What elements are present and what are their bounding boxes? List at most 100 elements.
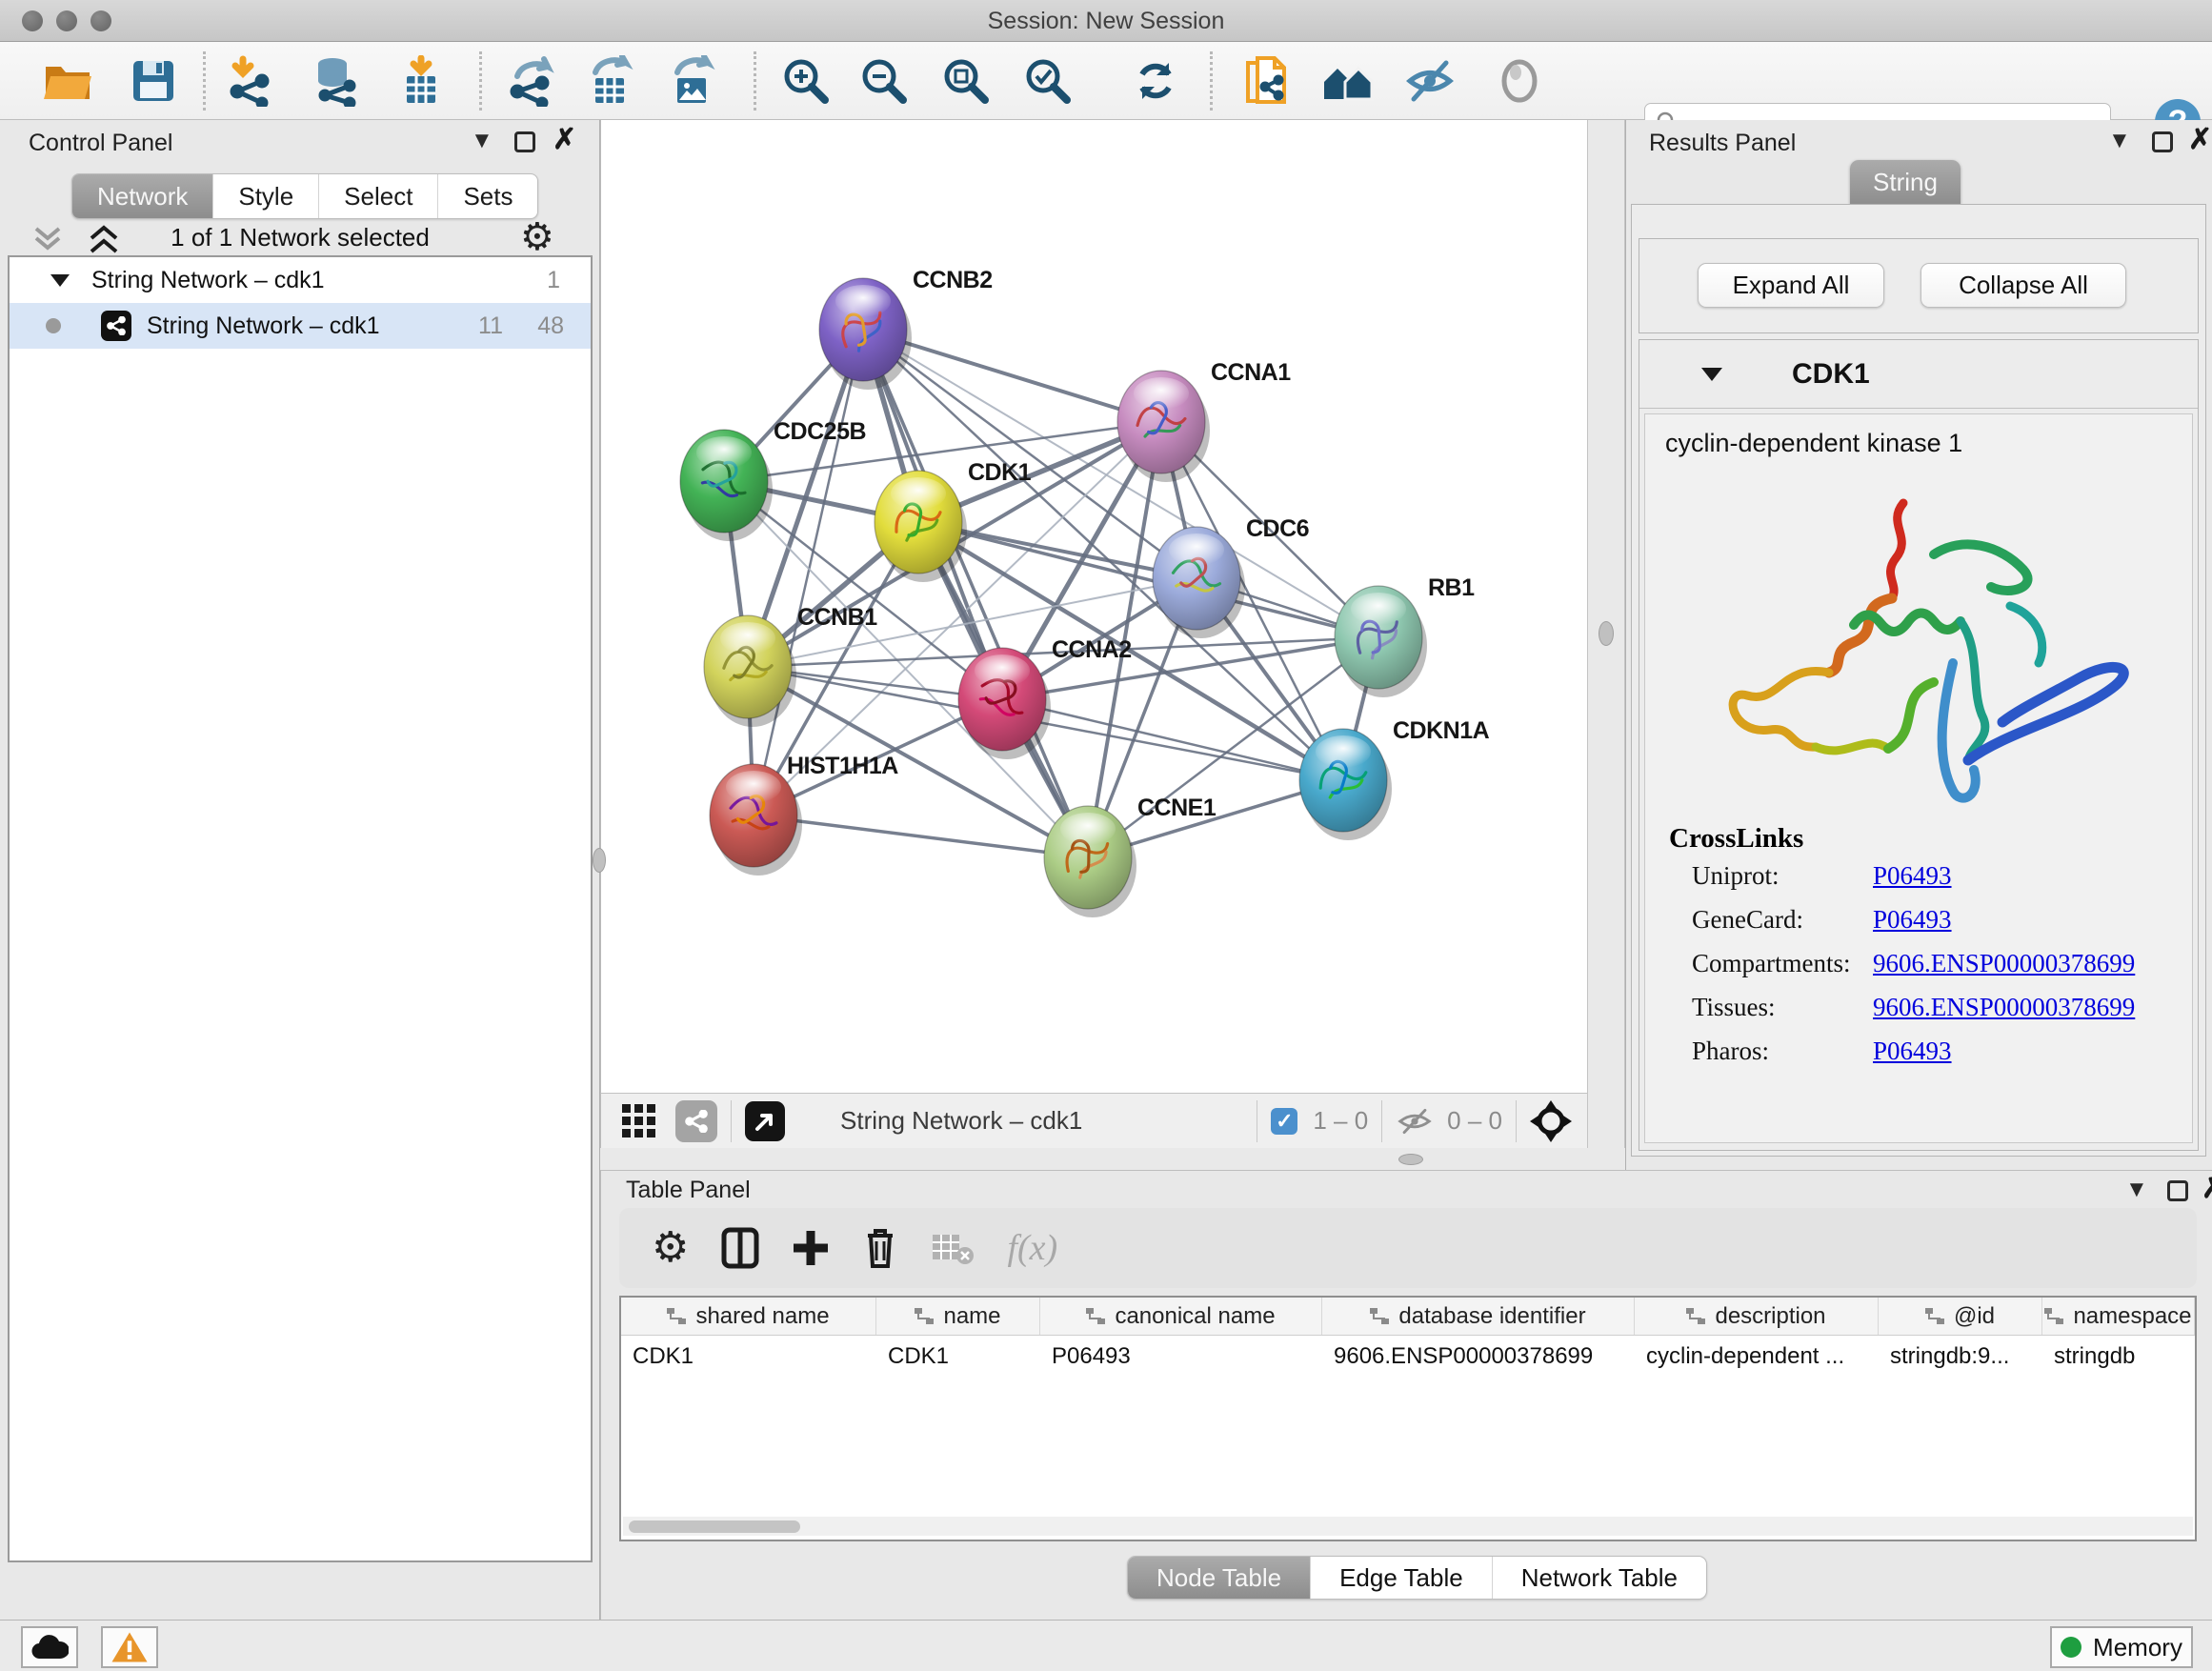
hide-selected-button[interactable] [1397, 50, 1463, 112]
table-scrollbar-thumb[interactable] [629, 1520, 800, 1533]
cloud-status-button[interactable] [21, 1626, 78, 1668]
table-cell[interactable]: cyclin-dependent ... [1635, 1336, 1879, 1378]
crosshair-icon[interactable] [1530, 1100, 1572, 1142]
tab-select[interactable]: Select [319, 174, 438, 218]
maximize-panel-icon[interactable] [2167, 1180, 2188, 1201]
maximize-panel-icon[interactable] [514, 131, 535, 152]
crosslink-label: GeneCard: [1692, 905, 1803, 934]
apply-layout-button[interactable] [1122, 50, 1189, 112]
column-header-canonical-name[interactable]: canonical name [1040, 1298, 1322, 1335]
crosslink-link[interactable]: 9606.ENSP00000378699 [1873, 993, 2135, 1022]
splitter-grip[interactable] [1398, 1154, 1423, 1165]
table-cell[interactable]: stringdb:9... [1879, 1336, 2042, 1378]
selected-indicator-checkbox[interactable]: ✓ [1271, 1108, 1297, 1135]
column-header-namespace[interactable]: namespace [2042, 1298, 2195, 1335]
zoom-in-button[interactable] [773, 50, 839, 112]
add-column-icon[interactable] [792, 1227, 830, 1269]
zoom-out-button[interactable] [851, 50, 917, 112]
table-cell[interactable]: stringdb [2042, 1336, 2195, 1378]
export-table-button[interactable] [576, 50, 643, 112]
network-node-CDC6[interactable] [1153, 527, 1245, 638]
network-options-gear-icon[interactable]: ⚙ [520, 215, 554, 259]
first-neighbors-button[interactable] [1315, 50, 1381, 112]
close-panel-icon[interactable]: ✗ [2202, 1178, 2212, 1199]
network-node-CDK1[interactable] [875, 471, 967, 582]
table-cell[interactable]: CDK1 [876, 1336, 1040, 1378]
network-collection-row[interactable]: String Network – cdk1 1 [10, 257, 591, 303]
save-session-button[interactable] [120, 50, 187, 112]
birds-eye-view-icon[interactable] [745, 1101, 785, 1141]
import-network-file-button[interactable] [216, 50, 283, 112]
network-edge-HIST1H1A-CCNE1[interactable] [754, 815, 1088, 857]
column-header-name[interactable]: name [876, 1298, 1040, 1335]
delete-column-trash-icon[interactable] [862, 1226, 898, 1270]
tab-sets[interactable]: Sets [438, 174, 537, 218]
close-panel-icon[interactable]: ✗ [2188, 130, 2212, 151]
float-panel-icon[interactable]: ▼ [471, 128, 493, 154]
table-cell[interactable]: 9606.ENSP00000378699 [1322, 1336, 1635, 1378]
export-image-button[interactable] [658, 50, 725, 112]
export-network-button[interactable] [498, 50, 565, 112]
network-canvas[interactable]: CCNB2CCNA1CDC25BCDK1CDC6RB1CCNB1CCNA2CDK… [600, 120, 1587, 1093]
column-header--id[interactable]: @id [1879, 1298, 2042, 1335]
tree-expand-caret-icon[interactable] [50, 272, 70, 288]
memory-button[interactable]: Memory [2050, 1626, 2193, 1668]
cloud-icon [30, 1634, 69, 1661]
network-edge-count: 48 [537, 312, 564, 340]
crosslink-link[interactable]: 9606.ENSP00000378699 [1873, 949, 2135, 978]
network-node-CCNA2[interactable] [958, 648, 1051, 759]
maximize-panel-icon[interactable] [2152, 131, 2173, 152]
network-node-CCNA1[interactable] [1117, 371, 1210, 482]
tab-edge-table[interactable]: Edge Table [1311, 1557, 1493, 1599]
tab-string[interactable]: String [1850, 160, 1961, 205]
warnings-button[interactable] [101, 1626, 158, 1668]
network-edge-CCNB2-HIST1H1A[interactable] [754, 330, 863, 815]
table-cell[interactable]: CDK1 [621, 1336, 876, 1378]
gene-description: cyclin-dependent kinase 1 [1665, 429, 1962, 458]
table-horizontal-scrollbar[interactable] [623, 1517, 2193, 1536]
crosslink-link[interactable]: P06493 [1873, 905, 1952, 935]
import-table-button[interactable] [388, 50, 454, 112]
table-options-gear-icon[interactable]: ⚙ [652, 1227, 689, 1269]
zoom-selected-button[interactable] [1015, 50, 1081, 112]
zoom-out-icon [858, 55, 910, 107]
collapse-entry-caret-icon[interactable] [1700, 366, 1723, 382]
splitter-grip[interactable] [1599, 621, 1614, 646]
network-node-CCNB1[interactable] [704, 615, 796, 727]
table-cell[interactable]: P06493 [1040, 1336, 1322, 1378]
network-badge-icon[interactable] [675, 1100, 717, 1142]
close-panel-icon[interactable]: ✗ [553, 130, 576, 151]
expand-all-button[interactable]: Expand All [1698, 263, 1884, 308]
network-node-CCNB2[interactable] [819, 278, 912, 390]
network-node-RB1[interactable] [1335, 586, 1427, 697]
open-session-button[interactable] [34, 50, 101, 112]
crosslink-link[interactable]: P06493 [1873, 861, 1952, 891]
gene-entry-header[interactable]: CDK1 [1639, 340, 2198, 409]
zoom-fit-button[interactable] [933, 50, 999, 112]
tab-style[interactable]: Style [213, 174, 319, 218]
collapse-all-button[interactable]: Collapse All [1920, 263, 2126, 308]
import-network-database-button[interactable] [302, 50, 369, 112]
tab-network[interactable]: Network [72, 174, 213, 218]
left-splitter-grip[interactable] [593, 848, 606, 873]
crosslink-link[interactable]: P06493 [1873, 1037, 1952, 1066]
tab-network-table[interactable]: Network Table [1493, 1557, 1706, 1599]
refresh-icon [1130, 55, 1181, 107]
show-all-button[interactable] [1486, 50, 1553, 112]
network-node-CDC25B[interactable] [680, 430, 773, 541]
network-node-CCNE1[interactable] [1044, 806, 1136, 917]
vertical-splitter[interactable] [1587, 120, 1625, 1148]
show-columns-icon[interactable] [721, 1227, 759, 1269]
network-row[interactable]: String Network – cdk1 11 48 [10, 303, 591, 349]
grid-view-icon[interactable] [620, 1102, 658, 1140]
tab-node-table[interactable]: Node Table [1128, 1557, 1311, 1599]
new-network-from-selection-button[interactable] [1233, 50, 1299, 112]
column-header-shared-name[interactable]: shared name [621, 1298, 876, 1335]
network-node-CDKN1A[interactable] [1299, 729, 1392, 840]
float-panel-icon[interactable]: ▼ [2125, 1177, 2148, 1203]
network-graph[interactable]: CCNB2CCNA1CDC25BCDK1CDC6RB1CCNB1CCNA2CDK… [601, 120, 1588, 1093]
node-table-row[interactable]: CDK1CDK1P064939606.ENSP00000378699cyclin… [621, 1336, 2195, 1378]
column-header-database-identifier[interactable]: database identifier [1322, 1298, 1635, 1335]
column-header-description[interactable]: description [1635, 1298, 1879, 1335]
float-panel-icon[interactable]: ▼ [2108, 128, 2131, 154]
